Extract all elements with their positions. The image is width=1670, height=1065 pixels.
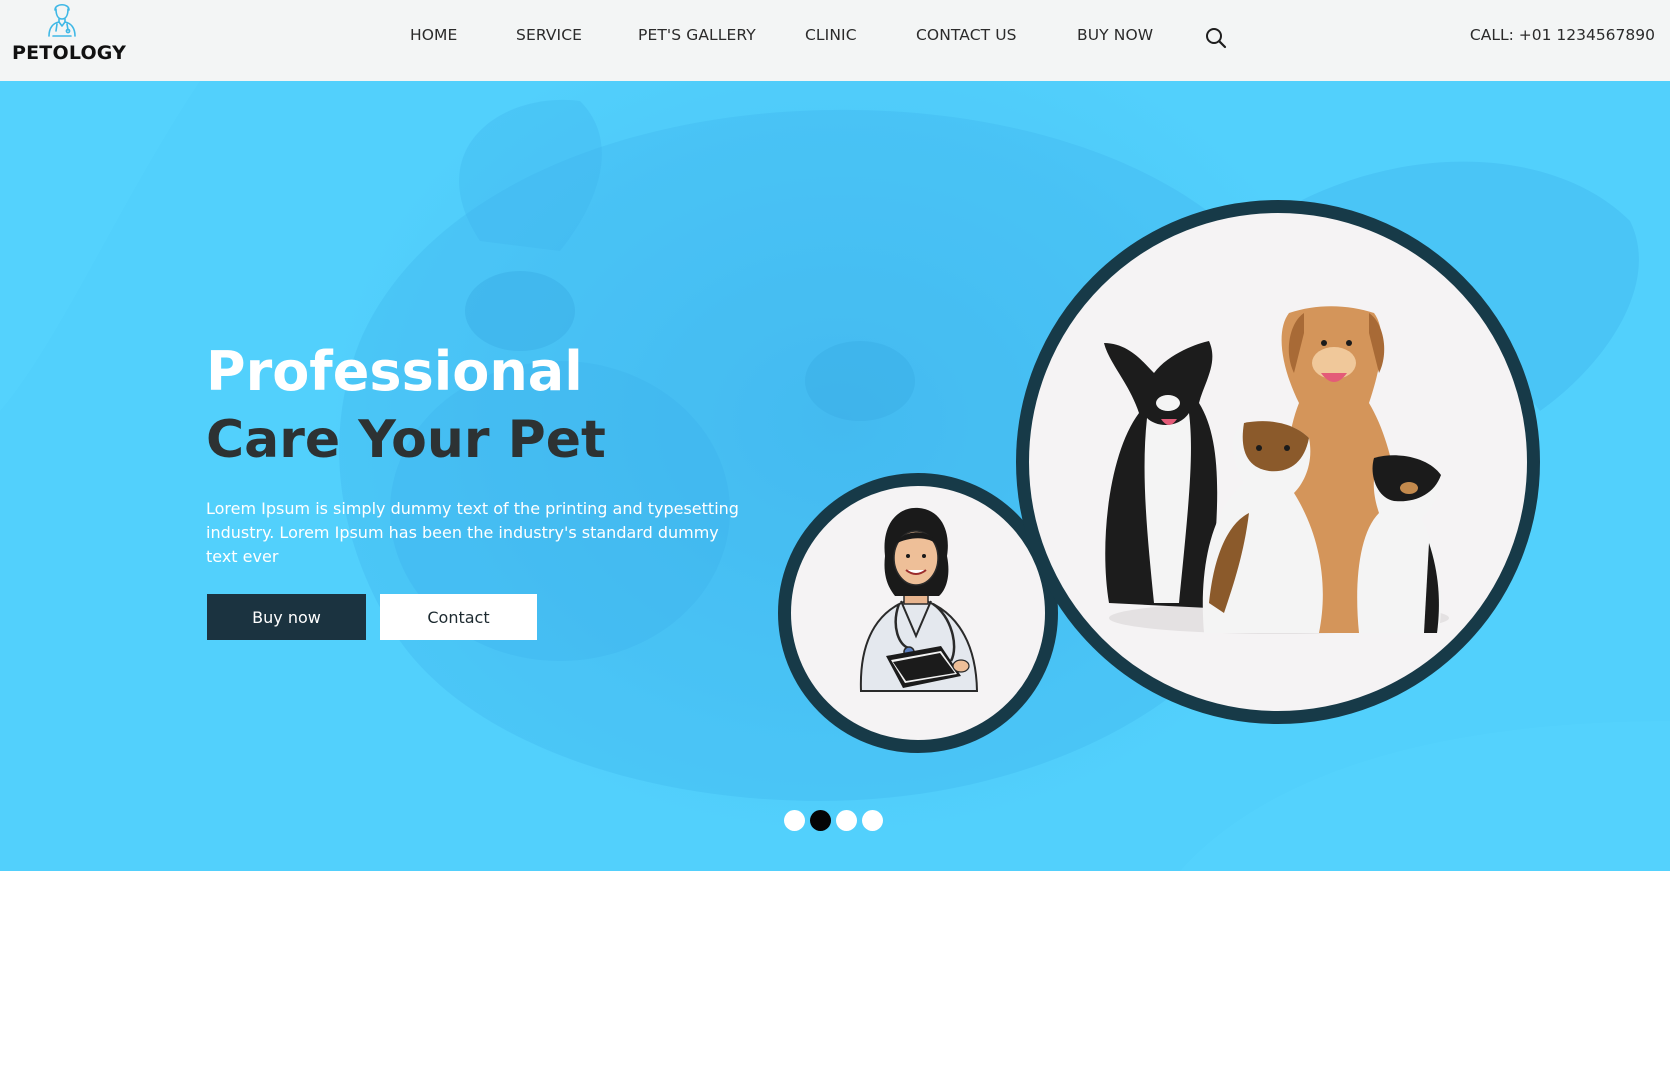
contact-button[interactable]: Contact	[380, 594, 537, 640]
hero-banner: Professional Care Your Pet Lorem Ipsum i…	[0, 81, 1670, 871]
nav-service[interactable]: SERVICE	[516, 26, 582, 44]
brand-logo[interactable]: PETOLOGY	[12, 0, 127, 72]
dogs-circle	[1016, 200, 1540, 724]
search-button[interactable]	[1204, 26, 1228, 50]
brand-name: PETOLOGY	[12, 42, 127, 64]
veterinarian-circle	[778, 473, 1058, 753]
slider-dot-1[interactable]	[784, 810, 805, 831]
search-icon	[1206, 28, 1227, 49]
call-number[interactable]: CALL: +01 1234567890	[1470, 26, 1655, 44]
nav-clinic[interactable]: CLINIC	[805, 26, 857, 44]
buy-now-button[interactable]: Buy now	[207, 594, 366, 640]
nav-buy-now[interactable]: BUY NOW	[1077, 26, 1153, 44]
slider-dot-4[interactable]	[862, 810, 883, 831]
slider-dot-3[interactable]	[836, 810, 857, 831]
hero-title-care: Care Your Pet	[206, 410, 606, 471]
veterinarian-icon	[48, 3, 76, 37]
site-header: PETOLOGY HOME SERVICE PET'S GALLERY CLIN…	[0, 0, 1670, 81]
hero-description: Lorem Ipsum is simply dummy text of the …	[206, 499, 739, 566]
dogs-photo	[1104, 306, 1449, 634]
nav-pets-gallery[interactable]: PET'S GALLERY	[638, 26, 756, 44]
veterinarian-illustration	[859, 507, 979, 692]
nav-contact-us[interactable]: CONTACT US	[916, 26, 1017, 44]
slider-dot-2[interactable]	[810, 810, 831, 831]
nav-home[interactable]: HOME	[410, 26, 457, 44]
slider-dots	[784, 810, 888, 832]
hero-title-professional: Professional	[206, 340, 583, 404]
